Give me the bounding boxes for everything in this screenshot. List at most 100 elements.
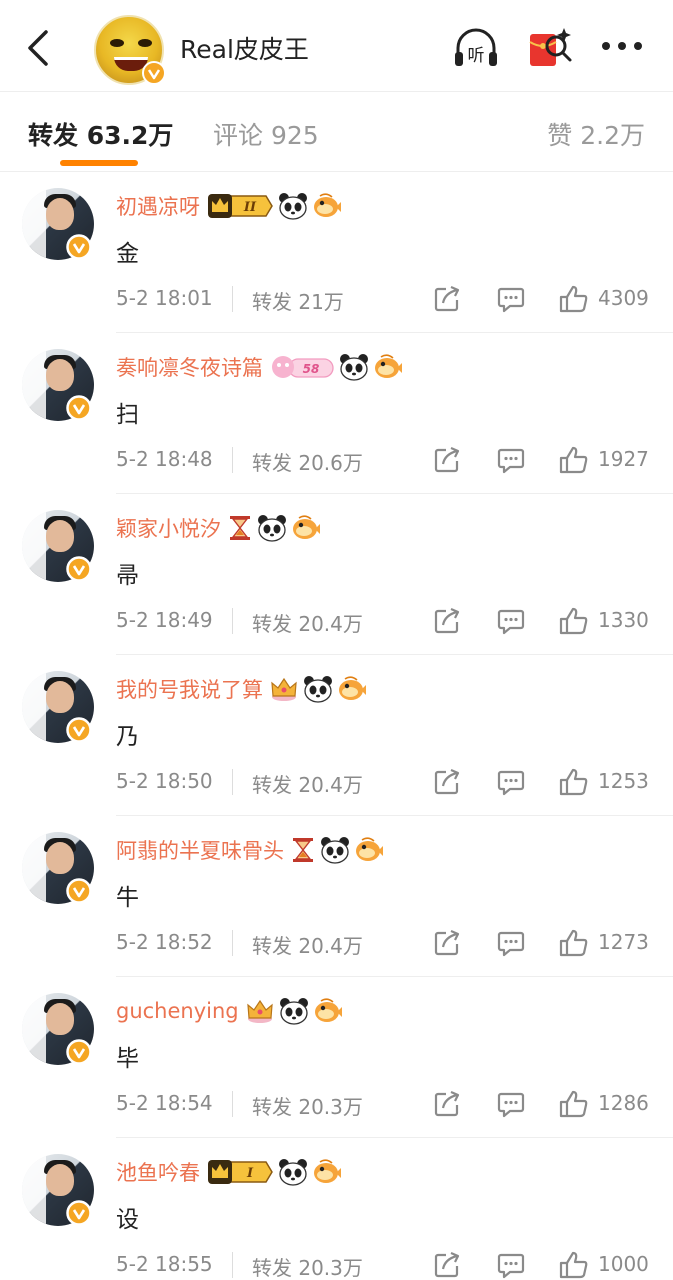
panda-icon — [258, 515, 286, 542]
repost-count: 转发 20.3万 — [252, 1256, 363, 1280]
verified-badge-icon — [66, 395, 92, 421]
item-meta: 5-2 18:55 转发 20.3万 1000 — [116, 1250, 656, 1280]
post-time: 5-2 18:01 — [116, 286, 213, 310]
puffer-fish-icon — [314, 998, 342, 1022]
pink-level-badge: 58 — [272, 356, 334, 378]
verified-badge-icon — [66, 1200, 92, 1226]
post-time: 5-2 18:48 — [116, 447, 213, 471]
username[interactable]: guchenying — [116, 999, 239, 1023]
verified-badge-icon — [66, 556, 92, 582]
item-meta: 5-2 18:49 转发 20.4万 1330 — [116, 606, 656, 636]
comment-icon[interactable] — [496, 928, 526, 958]
svg-text:I: I — [246, 1166, 254, 1181]
puffer-fish-icon — [314, 193, 341, 217]
thumbs-up-icon[interactable] — [558, 284, 590, 314]
divider — [232, 769, 233, 795]
post-time: 5-2 18:54 — [116, 1091, 213, 1115]
chevron-left-icon[interactable] — [20, 26, 56, 70]
crown-badge-I: I — [208, 1160, 273, 1184]
divider — [232, 286, 233, 312]
name-row: 池鱼吟春 I — [116, 1156, 342, 1188]
tab-bar: 转发 63.2万 评论 925 赞 2.2万 — [0, 92, 673, 172]
share-icon[interactable] — [432, 284, 462, 314]
thumbs-up-icon[interactable] — [558, 606, 590, 636]
puffer-fish-icon — [293, 515, 320, 539]
share-icon[interactable] — [432, 606, 462, 636]
repost-count: 转发 20.4万 — [252, 612, 363, 636]
verified-badge-icon — [66, 878, 92, 904]
repost-text: 乃 — [116, 724, 139, 750]
more-options-icon[interactable] — [600, 38, 644, 54]
username[interactable]: 我的号我说了算 — [116, 674, 263, 704]
repost-text: 设 — [116, 1207, 139, 1233]
name-row: guchenying — [116, 995, 343, 1027]
listen-headphones-icon[interactable]: 听 — [452, 26, 500, 70]
share-icon[interactable] — [432, 1089, 462, 1119]
panda-icon — [279, 193, 307, 220]
puffer-fish-icon — [314, 1159, 341, 1183]
username[interactable]: 初遇凉呀 — [116, 191, 200, 221]
tab-repost[interactable]: 转发 63.2万 — [28, 116, 173, 152]
gold-crown-icon — [246, 999, 273, 1023]
list-item[interactable]: 初遇凉呀 II 金 5-2 18:01 转发 21万 4309 — [0, 172, 673, 333]
list-item[interactable]: 颖家小悦汐 帚 5-2 18:49 转发 20.4万 1330 — [0, 494, 673, 655]
repost-count: 转发 20.3万 — [252, 1095, 363, 1119]
thumbs-up-icon[interactable] — [558, 445, 590, 475]
repost-text: 金 — [116, 241, 139, 267]
list-item[interactable]: 奏响凛冬夜诗篇 58 扫 5-2 18:48 转发 20.6万 1927 — [0, 333, 673, 494]
puffer-fish-icon — [356, 837, 383, 861]
comment-icon[interactable] — [496, 445, 526, 475]
thumbs-up-icon[interactable] — [558, 767, 590, 797]
top-bar: Real皮皮王 听 — [0, 0, 673, 92]
share-icon[interactable] — [432, 928, 462, 958]
list-item[interactable]: guchenying 毕 5-2 18:54 转发 20.3万 1286 — [0, 977, 673, 1138]
name-row: 初遇凉呀 II — [116, 190, 342, 222]
comment-icon[interactable] — [496, 284, 526, 314]
red-packet-search-icon[interactable] — [526, 24, 574, 72]
repost-list: 初遇凉呀 II 金 5-2 18:01 转发 21万 4309 奏响凛冬夜诗篇 … — [0, 172, 673, 1280]
username[interactable]: 阿翡的半夏味骨头 — [116, 835, 284, 865]
share-icon[interactable] — [432, 767, 462, 797]
repost-text: 毕 — [116, 1046, 139, 1072]
username[interactable]: 池鱼吟春 — [116, 1157, 200, 1187]
tab-comments[interactable]: 评论 925 — [213, 116, 319, 152]
active-tab-indicator — [60, 160, 138, 166]
hourglass-icon — [293, 838, 313, 862]
tab-likes[interactable]: 赞 2.2万 — [547, 116, 645, 152]
list-item[interactable]: 我的号我说了算 乃 5-2 18:50 转发 20.4万 1253 — [0, 655, 673, 816]
like-count: 1927 — [598, 447, 649, 471]
page-title: Real皮皮王 — [180, 35, 309, 64]
crown-badge-II: II — [208, 194, 273, 218]
item-meta: 5-2 18:48 转发 20.6万 1927 — [116, 445, 656, 475]
thumbs-up-icon[interactable] — [558, 928, 590, 958]
hourglass-icon — [230, 516, 250, 540]
post-time: 5-2 18:55 — [116, 1252, 213, 1276]
list-item[interactable]: 池鱼吟春 I 设 5-2 18:55 转发 20.3万 1000 — [0, 1138, 673, 1280]
post-time: 5-2 18:52 — [116, 930, 213, 954]
like-count: 1286 — [598, 1091, 649, 1115]
comment-icon[interactable] — [496, 1089, 526, 1119]
comment-icon[interactable] — [496, 606, 526, 636]
gold-crown-icon — [271, 677, 297, 701]
username[interactable]: 奏响凛冬夜诗篇 — [116, 352, 263, 382]
divider — [232, 930, 233, 956]
comment-icon[interactable] — [496, 1250, 526, 1280]
like-count: 1253 — [598, 769, 649, 793]
thumbs-up-icon[interactable] — [558, 1089, 590, 1119]
account-avatar[interactable] — [94, 15, 166, 85]
svg-text:58: 58 — [303, 362, 320, 376]
repost-count: 转发 20.4万 — [252, 773, 363, 797]
badge-group — [227, 514, 321, 542]
panda-icon — [321, 837, 349, 864]
divider — [232, 1091, 233, 1117]
thumbs-up-icon[interactable] — [558, 1250, 590, 1280]
share-icon[interactable] — [432, 445, 462, 475]
username[interactable]: 颖家小悦汐 — [116, 513, 221, 543]
item-meta: 5-2 18:01 转发 21万 4309 — [116, 284, 656, 314]
like-count: 4309 — [598, 286, 649, 310]
list-item[interactable]: 阿翡的半夏味骨头 牛 5-2 18:52 转发 20.4万 1273 — [0, 816, 673, 977]
comment-icon[interactable] — [496, 767, 526, 797]
verified-badge-icon — [66, 1039, 92, 1065]
share-icon[interactable] — [432, 1250, 462, 1280]
repost-text: 扫 — [116, 402, 139, 428]
